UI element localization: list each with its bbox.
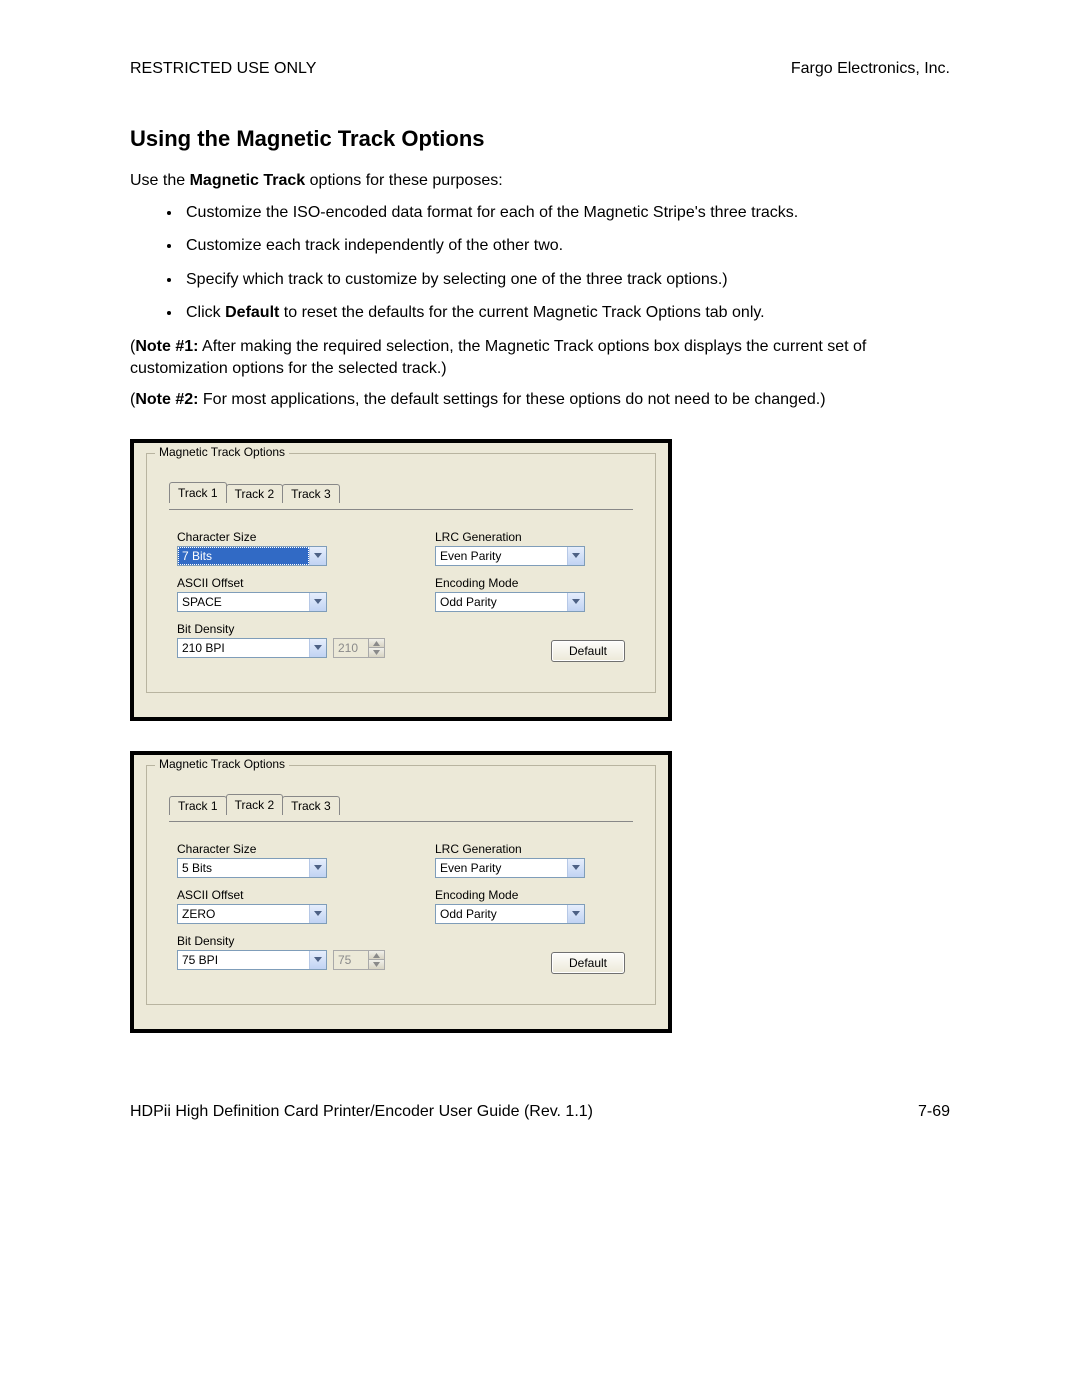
note-1: (Note #1: After making the required sele…: [130, 336, 950, 379]
combo-enc-mode[interactable]: Odd Parity: [435, 592, 585, 612]
chevron-down-icon[interactable]: [567, 859, 584, 877]
list-item: Click Default to reset the defaults for …: [182, 302, 950, 324]
chevron-down-icon: [369, 647, 384, 657]
combo-ascii-offset[interactable]: ZERO: [177, 904, 327, 924]
label-lrc-gen: LRC Generation: [435, 530, 625, 544]
footer-page: 7-69: [918, 1103, 950, 1121]
label-bit-density: Bit Density: [177, 934, 385, 948]
combo-char-size[interactable]: 7 Bits: [177, 546, 327, 566]
label-lrc-gen: LRC Generation: [435, 842, 625, 856]
combo-bit-density[interactable]: 210 BPI: [177, 638, 327, 658]
label-bit-density: Bit Density: [177, 622, 385, 636]
label-ascii-offset: ASCII Offset: [177, 576, 385, 590]
combo-lrc-gen[interactable]: Even Parity: [435, 858, 585, 878]
tab-track-2[interactable]: Track 2: [226, 484, 284, 503]
default-button[interactable]: Default: [551, 952, 625, 974]
label-char-size: Character Size: [177, 842, 385, 856]
section-title: Using the Magnetic Track Options: [130, 126, 950, 152]
list-item: Customize each track independently of th…: [182, 235, 950, 257]
groupbox-title: Magnetic Track Options: [155, 445, 289, 459]
default-button[interactable]: Default: [551, 640, 625, 662]
combo-char-size[interactable]: 5 Bits: [177, 858, 327, 878]
spinner-bpi: 210: [333, 638, 385, 658]
footer-left: HDPii High Definition Card Printer/Encod…: [130, 1103, 593, 1121]
list-item: Customize the ISO-encoded data format fo…: [182, 202, 950, 224]
label-char-size: Character Size: [177, 530, 385, 544]
tab-track-3[interactable]: Track 3: [282, 796, 340, 815]
tab-track-2[interactable]: Track 2: [226, 794, 284, 815]
spinner-bpi: 75: [333, 950, 385, 970]
note-2: (Note #2: For most applications, the def…: [130, 389, 950, 411]
list-item: Specify which track to customize by sele…: [182, 269, 950, 291]
label-enc-mode: Encoding Mode: [435, 576, 625, 590]
groupbox-title: Magnetic Track Options: [155, 757, 289, 771]
chevron-down-icon[interactable]: [567, 905, 584, 923]
combo-lrc-gen[interactable]: Even Parity: [435, 546, 585, 566]
combo-bit-density[interactable]: 75 BPI: [177, 950, 327, 970]
combo-ascii-offset[interactable]: SPACE: [177, 592, 327, 612]
tab-track-1[interactable]: Track 1: [169, 482, 227, 503]
header-left: RESTRICTED USE ONLY: [130, 60, 316, 78]
tab-row: Track 1 Track 2 Track 3: [169, 794, 637, 815]
combo-enc-mode[interactable]: Odd Parity: [435, 904, 585, 924]
chevron-down-icon[interactable]: [567, 593, 584, 611]
label-ascii-offset: ASCII Offset: [177, 888, 385, 902]
screenshot-track1: Magnetic Track Options Track 1 Track 2 T…: [130, 439, 672, 721]
chevron-down-icon[interactable]: [567, 547, 584, 565]
chevron-up-icon: [369, 951, 384, 960]
chevron-up-icon: [369, 639, 384, 648]
header-right: Fargo Electronics, Inc.: [791, 60, 950, 78]
chevron-down-icon[interactable]: [309, 639, 326, 657]
tab-track-1[interactable]: Track 1: [169, 796, 227, 815]
tab-row: Track 1 Track 2 Track 3: [169, 482, 637, 503]
screenshot-track2: Magnetic Track Options Track 1 Track 2 T…: [130, 751, 672, 1033]
intro-paragraph: Use the Magnetic Track options for these…: [130, 170, 950, 192]
chevron-down-icon[interactable]: [309, 951, 326, 969]
bullet-list: Customize the ISO-encoded data format fo…: [130, 202, 950, 324]
label-enc-mode: Encoding Mode: [435, 888, 625, 902]
chevron-down-icon: [369, 959, 384, 969]
chevron-down-icon[interactable]: [309, 593, 326, 611]
tab-track-3[interactable]: Track 3: [282, 484, 340, 503]
chevron-down-icon[interactable]: [309, 905, 326, 923]
chevron-down-icon[interactable]: [309, 547, 326, 565]
chevron-down-icon[interactable]: [309, 859, 326, 877]
